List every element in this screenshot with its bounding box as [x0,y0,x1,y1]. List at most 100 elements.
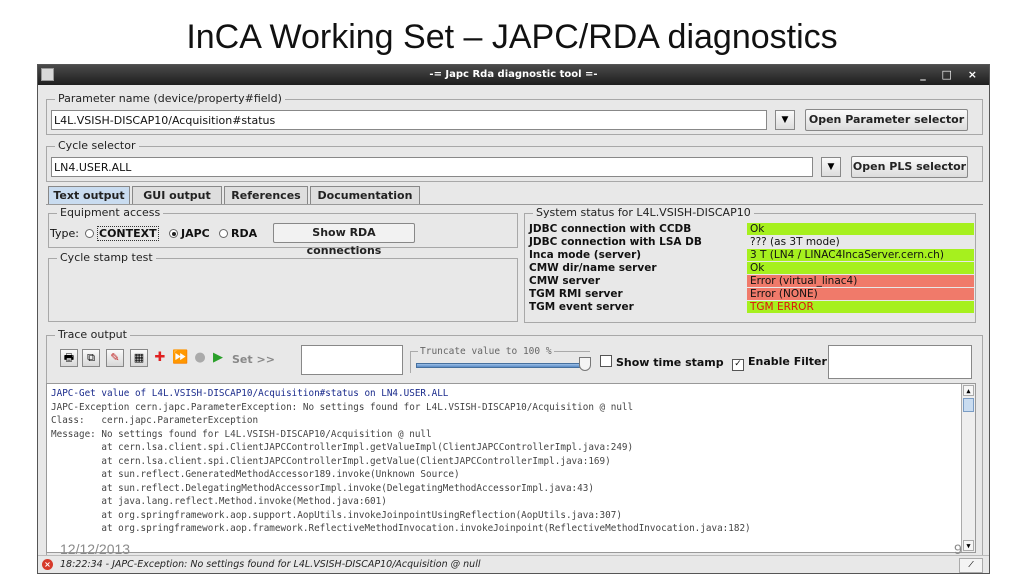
eraser-icon[interactable]: ✎ [106,349,124,367]
enable-filter-label: Enable Filter [748,355,827,368]
resize-grip-icon[interactable]: ⁄ [959,558,983,573]
radio-context-icon [85,229,94,238]
tab-divider [46,204,983,205]
status-value: Error (virtual_linac4) [747,275,974,287]
app-window: -= Japc Rda diagnostic tool =- _ □ × Par… [37,64,990,574]
log-line: at cern.lsa.client.spi.ClientJAPCControl… [51,442,634,453]
log-line: at sun.reflect.DelegatingMethodAccessorI… [51,482,594,494]
status-row: TGM RMI server Error (NONE) [529,288,974,300]
copy-icon[interactable]: ⧉ [82,349,100,367]
tab-text-output[interactable]: Text output [48,186,130,205]
status-row: TGM event server TGM ERROR [529,301,974,313]
radio-rda[interactable]: RDA [219,227,257,240]
log-line: at org.springframework.aop.framework.Ref… [51,523,751,534]
radio-context[interactable]: CONTEXT [85,226,159,241]
tab-references[interactable]: References [224,186,308,204]
trace-log[interactable]: JAPC-Get value of L4L.VSISH-DISCAP10/Acq… [46,383,976,553]
parameter-dropdown-icon[interactable]: ▼ [775,110,795,130]
log-line: JAPC-Exception cern.japc.ParameterExcept… [51,401,634,413]
slide-page-number: 9 [954,541,962,557]
stop-icon[interactable]: ● [192,349,208,367]
parameter-legend: Parameter name (device/property#field) [55,92,285,105]
window-title: -= Japc Rda diagnostic tool =- [429,69,598,80]
status-value: TGM ERROR [747,301,974,313]
truncate-slider-thumb[interactable] [579,357,591,371]
print-icon[interactable]: 🖶 [60,349,78,367]
status-value: 3 T (LN4 / LINAC4IncaServer.cern.ch) [747,249,974,261]
radio-rda-icon [219,229,228,238]
cycle-legend: Cycle selector [55,139,139,152]
type-label: Type: [50,227,79,240]
system-status-group: System status for L4L.VSISH-DISCAP10 JDB… [524,206,976,323]
scroll-down-icon[interactable]: ▼ [963,540,974,551]
set-label[interactable]: Set >> [232,353,275,366]
radio-rda-label: RDA [231,227,258,240]
status-label: TGM event server [529,301,634,313]
status-label: CMW server [529,275,601,287]
filter-settings-icon[interactable]: ▦ [130,349,148,367]
truncate-label: Truncate value to 100 % [418,346,554,357]
log-line: at java.lang.reflect.Method.invoke(Metho… [51,496,387,507]
status-row: CMW dir/name server Ok [529,262,974,274]
status-row: CMW server Error (virtual_linac4) [529,275,974,287]
play-icon[interactable]: ▶ [210,349,226,367]
show-time-stamp-label: Show time stamp [616,356,724,369]
cycle-input[interactable]: LN4.USER.ALL [51,157,813,177]
log-line: Class: cern.japc.ParameterException [51,415,259,426]
log-line: at cern.lsa.client.spi.ClientJAPCControl… [51,455,611,467]
status-value: Ok [747,223,974,235]
show-time-stamp-checkbox[interactable]: Show time stamp [600,355,724,369]
status-value: ??? (as 3T mode) [747,236,974,248]
status-bar: × 18:22:34 - JAPC-Exception: No settings… [38,555,989,573]
fast-forward-icon[interactable]: ⏩ [172,349,188,367]
status-label: CMW dir/name server [529,262,657,274]
log-line: Message: No settings found for L4L.VSISH… [51,428,432,440]
set-value-input[interactable] [301,345,403,375]
show-rda-connections-button[interactable]: Show RDA connections [273,223,415,257]
status-value: Ok [747,262,974,274]
status-row: Inca mode (server) 3 T (LN4 / LINAC4IncaS… [529,249,974,261]
log-line: JAPC-Get value of L4L.VSISH-DISCAP10/Acq… [51,388,449,399]
system-status-legend: System status for L4L.VSISH-DISCAP10 [533,206,754,219]
log-line: at org.springframework.aop.support.AopUt… [51,509,622,521]
open-parameter-selector-button[interactable]: Open Parameter selector [805,109,968,131]
window-titlebar[interactable]: -= Japc Rda diagnostic tool =- _ □ × [38,65,989,85]
add-icon[interactable]: ✚ [152,349,168,367]
parameter-input[interactable]: L4L.VSISH-DISCAP10/Acquisition#status [51,110,767,130]
status-label: JDBC connection with CCDB [529,223,692,235]
status-label: JDBC connection with LSA DB [529,236,702,248]
enable-filter-checkbox[interactable]: ✓ Enable Filter [732,355,827,371]
open-pls-selector-button[interactable]: Open PLS selector [851,156,968,178]
radio-context-label: CONTEXT [97,226,159,241]
trace-legend: Trace output [55,328,130,341]
cycle-dropdown-icon[interactable]: ▼ [821,157,841,177]
cycle-stamp-group: Cycle stamp test [48,251,518,322]
status-value: Error (NONE) [747,288,974,300]
radio-japc-icon [169,229,178,238]
radio-japc[interactable]: JAPC [169,227,210,240]
tab-gui-output[interactable]: GUI output [132,186,222,204]
cycle-group: Cycle selector LN4.USER.ALL ▼ Open PLS s… [46,139,983,182]
cycle-stamp-legend: Cycle stamp test [57,251,156,264]
error-icon: × [42,559,53,570]
parameter-group: Parameter name (device/property#field) L… [46,92,983,135]
slide-title: InCA Working Set – JAPC/RDA diagnostics [186,18,838,56]
scroll-up-icon[interactable]: ▲ [963,385,974,396]
filter-input[interactable] [828,345,972,379]
truncate-slider-track[interactable] [416,363,586,368]
equipment-group: Equipment access Type: CONTEXT JAPC RDA … [48,206,518,257]
window-controls[interactable]: _ □ × [920,68,983,81]
show-time-stamp-box [600,355,612,367]
log-scrollbar[interactable]: ▲ ▼ [961,384,975,552]
slide-date: 12/12/2013 [60,541,131,557]
equipment-legend: Equipment access [57,206,164,219]
status-message: 18:22:34 - JAPC-Exception: No settings f… [60,559,481,570]
tab-documentation[interactable]: Documentation [310,186,420,204]
radio-japc-label: JAPC [181,227,210,240]
status-row: JDBC connection with LSA DB ??? (as 3T mo… [529,236,974,248]
log-line: at sun.reflect.GeneratedMethodAccessor18… [51,469,460,480]
status-label: Inca mode (server) [529,249,642,261]
scroll-thumb[interactable] [963,398,974,412]
status-row: JDBC connection with CCDB Ok [529,223,974,235]
status-label: TGM RMI server [529,288,623,300]
